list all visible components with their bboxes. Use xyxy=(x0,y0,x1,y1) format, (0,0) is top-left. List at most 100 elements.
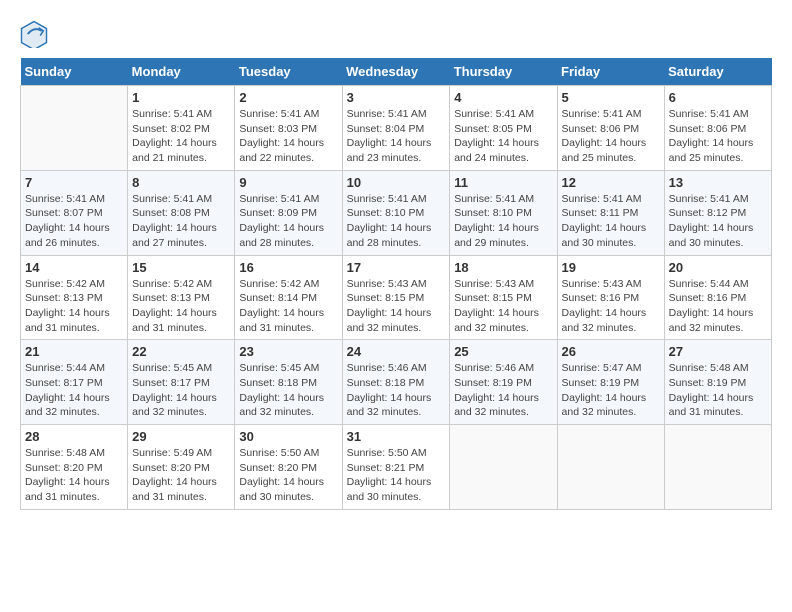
day-info: Sunrise: 5:45 AMSunset: 8:17 PMDaylight:… xyxy=(132,361,230,420)
day-info: Sunrise: 5:41 AMSunset: 8:06 PMDaylight:… xyxy=(562,107,660,166)
calendar-week-2: 7 Sunrise: 5:41 AMSunset: 8:07 PMDaylight… xyxy=(21,170,772,255)
day-info: Sunrise: 5:41 AMSunset: 8:10 PMDaylight:… xyxy=(347,192,446,251)
day-info: Sunrise: 5:41 AMSunset: 8:04 PMDaylight:… xyxy=(347,107,446,166)
day-number: 13 xyxy=(669,175,767,190)
day-number: 20 xyxy=(669,260,767,275)
day-info: Sunrise: 5:48 AMSunset: 8:20 PMDaylight:… xyxy=(25,446,123,505)
calendar-cell: 1Sunrise: 5:41 AMSunset: 8:02 PMDaylight… xyxy=(128,86,235,171)
day-info: Sunrise: 5:50 AMSunset: 8:20 PMDaylight:… xyxy=(239,446,337,505)
calendar-week-4: 21 Sunrise: 5:44 AMSunset: 8:17 PMDayligh… xyxy=(21,340,772,425)
calendar-cell: 17Sunrise: 5:43 AMSunset: 8:15 PMDayligh… xyxy=(342,255,450,340)
calendar-cell xyxy=(664,425,771,510)
day-number: 15 xyxy=(132,260,230,275)
day-number: 27 xyxy=(669,344,767,359)
day-info: Sunrise: 5:41 AMSunset: 8:08 PMDaylight:… xyxy=(132,192,230,251)
calendar-cell: 31Sunrise: 5:50 AMSunset: 8:21 PMDayligh… xyxy=(342,425,450,510)
day-number: 4 xyxy=(454,90,552,105)
calendar-cell: 29 Sunrise: 5:49 AMSunset: 8:20 PMDayligh… xyxy=(128,425,235,510)
day-info: Sunrise: 5:45 AMSunset: 8:18 PMDaylight:… xyxy=(239,361,337,420)
calendar-cell: 9 Sunrise: 5:41 AMSunset: 8:09 PMDaylight… xyxy=(235,170,342,255)
day-number: 5 xyxy=(562,90,660,105)
calendar-cell: 15 Sunrise: 5:42 AMSunset: 8:13 PMDayligh… xyxy=(128,255,235,340)
day-info: Sunrise: 5:43 AMSunset: 8:15 PMDaylight:… xyxy=(454,277,552,336)
day-info: Sunrise: 5:42 AMSunset: 8:13 PMDaylight:… xyxy=(132,277,230,336)
calendar-cell xyxy=(557,425,664,510)
calendar-cell: 18 Sunrise: 5:43 AMSunset: 8:15 PMDayligh… xyxy=(450,255,557,340)
day-number: 24 xyxy=(347,344,446,359)
calendar-week-3: 14 Sunrise: 5:42 AMSunset: 8:13 PMDayligh… xyxy=(21,255,772,340)
calendar-cell: 14 Sunrise: 5:42 AMSunset: 8:13 PMDayligh… xyxy=(21,255,128,340)
calendar-cell: 2Sunrise: 5:41 AMSunset: 8:03 PMDaylight… xyxy=(235,86,342,171)
day-info: Sunrise: 5:44 AMSunset: 8:16 PMDaylight:… xyxy=(669,277,767,336)
calendar-cell: 3 Sunrise: 5:41 AMSunset: 8:04 PMDaylight… xyxy=(342,86,450,171)
day-info: Sunrise: 5:41 AMSunset: 8:11 PMDaylight:… xyxy=(562,192,660,251)
header-saturday: Saturday xyxy=(664,58,771,86)
day-info: Sunrise: 5:44 AMSunset: 8:17 PMDaylight:… xyxy=(25,361,123,420)
day-number: 22 xyxy=(132,344,230,359)
day-number: 17 xyxy=(347,260,446,275)
calendar-cell: 10 Sunrise: 5:41 AMSunset: 8:10 PMDayligh… xyxy=(342,170,450,255)
day-number: 16 xyxy=(239,260,337,275)
day-info: Sunrise: 5:41 AMSunset: 8:10 PMDaylight:… xyxy=(454,192,552,251)
calendar-cell: 30 Sunrise: 5:50 AMSunset: 8:20 PMDayligh… xyxy=(235,425,342,510)
logo-icon xyxy=(20,20,48,48)
day-info: Sunrise: 5:41 AMSunset: 8:05 PMDaylight:… xyxy=(454,107,552,166)
header-monday: Monday xyxy=(128,58,235,86)
day-number: 18 xyxy=(454,260,552,275)
day-info: Sunrise: 5:41 AMSunset: 8:03 PMDaylight:… xyxy=(239,107,337,166)
day-info: Sunrise: 5:43 AMSunset: 8:16 PMDaylight:… xyxy=(562,277,660,336)
day-number: 9 xyxy=(239,175,337,190)
day-info: Sunrise: 5:46 AMSunset: 8:19 PMDaylight:… xyxy=(454,361,552,420)
day-info: Sunrise: 5:42 AMSunset: 8:14 PMDaylight:… xyxy=(239,277,337,336)
calendar-cell: 5 Sunrise: 5:41 AMSunset: 8:06 PMDaylight… xyxy=(557,86,664,171)
calendar-cell: 7 Sunrise: 5:41 AMSunset: 8:07 PMDaylight… xyxy=(21,170,128,255)
calendar-cell: 24 Sunrise: 5:46 AMSunset: 8:18 PMDayligh… xyxy=(342,340,450,425)
calendar-cell: 4 Sunrise: 5:41 AMSunset: 8:05 PMDaylight… xyxy=(450,86,557,171)
header-sunday: Sunday xyxy=(21,58,128,86)
calendar-header: SundayMondayTuesdayWednesdayThursdayFrid… xyxy=(21,58,772,86)
calendar-cell: 8 Sunrise: 5:41 AMSunset: 8:08 PMDaylight… xyxy=(128,170,235,255)
calendar-cell: 11 Sunrise: 5:41 AMSunset: 8:10 PMDayligh… xyxy=(450,170,557,255)
day-info: Sunrise: 5:42 AMSunset: 8:13 PMDaylight:… xyxy=(25,277,123,336)
day-number: 28 xyxy=(25,429,123,444)
day-info: Sunrise: 5:41 AMSunset: 8:09 PMDaylight:… xyxy=(239,192,337,251)
day-number: 14 xyxy=(25,260,123,275)
day-number: 29 xyxy=(132,429,230,444)
calendar-cell: 20 Sunrise: 5:44 AMSunset: 8:16 PMDayligh… xyxy=(664,255,771,340)
header-thursday: Thursday xyxy=(450,58,557,86)
calendar-cell: 23 Sunrise: 5:45 AMSunset: 8:18 PMDayligh… xyxy=(235,340,342,425)
calendar-table: SundayMondayTuesdayWednesdayThursdayFrid… xyxy=(20,58,772,510)
day-info: Sunrise: 5:41 AMSunset: 8:07 PMDaylight:… xyxy=(25,192,123,251)
logo xyxy=(20,20,52,48)
calendar-cell: 21 Sunrise: 5:44 AMSunset: 8:17 PMDayligh… xyxy=(21,340,128,425)
day-info: Sunrise: 5:48 AMSunset: 8:19 PMDaylight:… xyxy=(669,361,767,420)
day-number: 8 xyxy=(132,175,230,190)
day-number: 23 xyxy=(239,344,337,359)
day-number: 25 xyxy=(454,344,552,359)
day-info: Sunrise: 5:49 AMSunset: 8:20 PMDaylight:… xyxy=(132,446,230,505)
calendar-cell: 27 Sunrise: 5:48 AMSunset: 8:19 PMDayligh… xyxy=(664,340,771,425)
calendar-cell xyxy=(450,425,557,510)
page-header xyxy=(20,20,772,48)
calendar-cell: 28 Sunrise: 5:48 AMSunset: 8:20 PMDayligh… xyxy=(21,425,128,510)
day-info: Sunrise: 5:41 AMSunset: 8:02 PMDaylight:… xyxy=(132,107,230,166)
day-number: 6 xyxy=(669,90,767,105)
day-number: 10 xyxy=(347,175,446,190)
day-info: Sunrise: 5:46 AMSunset: 8:18 PMDaylight:… xyxy=(347,361,446,420)
day-number: 3 xyxy=(347,90,446,105)
calendar-cell: 6 Sunrise: 5:41 AMSunset: 8:06 PMDaylight… xyxy=(664,86,771,171)
day-number: 30 xyxy=(239,429,337,444)
day-number: 31 xyxy=(347,429,446,444)
day-number: 12 xyxy=(562,175,660,190)
calendar-cell: 12 Sunrise: 5:41 AMSunset: 8:11 PMDayligh… xyxy=(557,170,664,255)
day-number: 7 xyxy=(25,175,123,190)
calendar-cell: 25 Sunrise: 5:46 AMSunset: 8:19 PMDayligh… xyxy=(450,340,557,425)
header-friday: Friday xyxy=(557,58,664,86)
day-info: Sunrise: 5:41 AMSunset: 8:12 PMDaylight:… xyxy=(669,192,767,251)
calendar-cell: 13 Sunrise: 5:41 AMSunset: 8:12 PMDayligh… xyxy=(664,170,771,255)
calendar-cell: 22 Sunrise: 5:45 AMSunset: 8:17 PMDayligh… xyxy=(128,340,235,425)
header-tuesday: Tuesday xyxy=(235,58,342,86)
day-number: 21 xyxy=(25,344,123,359)
day-info: Sunrise: 5:41 AMSunset: 8:06 PMDaylight:… xyxy=(669,107,767,166)
day-number: 11 xyxy=(454,175,552,190)
